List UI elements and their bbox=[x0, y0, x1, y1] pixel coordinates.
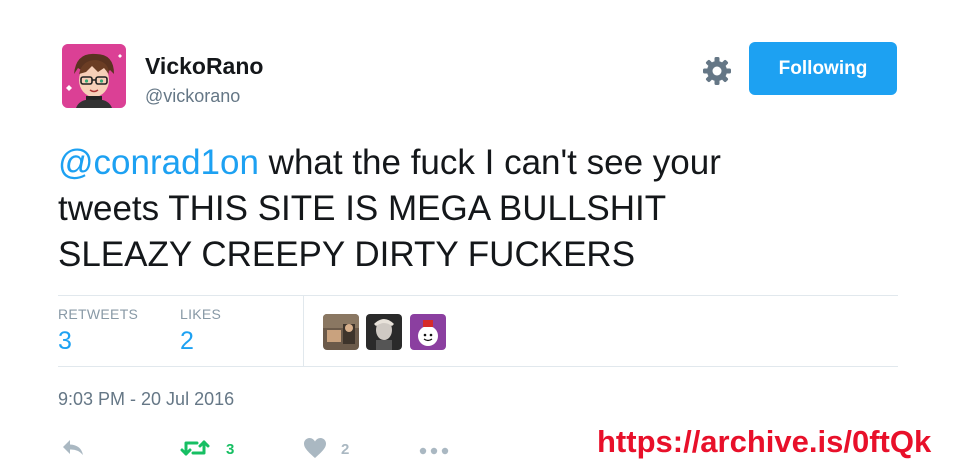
retweet-icon[interactable] bbox=[180, 438, 210, 463]
mention-link[interactable]: @conrad1on bbox=[58, 143, 259, 182]
cartoon-avatar-icon bbox=[62, 44, 126, 108]
tweet-text: @conrad1on what the fuck I can't see you… bbox=[58, 140, 918, 278]
reply-icon[interactable] bbox=[61, 437, 85, 462]
liker-avatar-1[interactable] bbox=[323, 314, 359, 350]
heart-icon[interactable] bbox=[303, 437, 327, 464]
tweet-timestamp[interactable]: 9:03 PM - 20 Jul 2016 bbox=[58, 389, 234, 410]
like-count[interactable]: 2 bbox=[341, 441, 349, 458]
tweet-line-3: SLEAZY CREEPY DIRTY FUCKERS bbox=[58, 235, 636, 274]
likes-label[interactable]: LIKES bbox=[180, 306, 221, 322]
more-icon[interactable] bbox=[419, 443, 449, 461]
following-button[interactable]: Following bbox=[749, 42, 897, 95]
divider bbox=[58, 295, 898, 296]
author-handle[interactable]: @vickorano bbox=[145, 86, 240, 107]
retweets-label[interactable]: RETWEETS bbox=[58, 306, 138, 322]
gear-icon[interactable] bbox=[701, 55, 733, 87]
divider bbox=[58, 366, 898, 367]
author-display-name[interactable]: VickoRano bbox=[145, 53, 263, 80]
likes-count[interactable]: 2 bbox=[180, 327, 194, 356]
archive-watermark: https://archive.is/0ftQk bbox=[597, 424, 932, 459]
tweet-line-1: what the fuck I can't see your bbox=[258, 143, 721, 182]
tweet-line-2: tweets THIS SITE IS MEGA BULLSHIT bbox=[58, 189, 667, 228]
author-avatar[interactable] bbox=[62, 44, 126, 108]
retweet-count[interactable]: 3 bbox=[226, 441, 234, 458]
retweets-count[interactable]: 3 bbox=[58, 327, 72, 356]
liker-avatar-3[interactable] bbox=[410, 314, 446, 350]
liker-avatar-2[interactable] bbox=[366, 314, 402, 350]
divider bbox=[303, 296, 304, 366]
